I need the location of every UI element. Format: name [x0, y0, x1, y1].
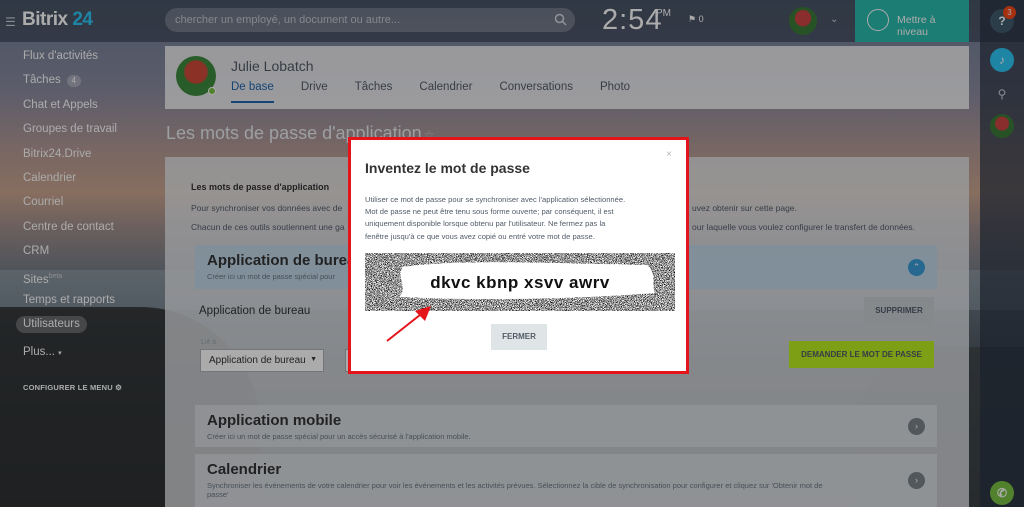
dialog-text-line: Utiliser ce mot de passe pour se synchro…	[365, 195, 626, 204]
close-button[interactable]: FERMER	[491, 324, 547, 350]
annotation-arrow-icon	[386, 306, 431, 342]
password-value[interactable]: dkvc kbnp xsvv awrv	[365, 273, 675, 293]
dialog-title: Inventez le mot de passe	[365, 160, 530, 176]
dialog-text-line: Mot de passe ne peut être tenu sous form…	[365, 207, 614, 217]
close-icon[interactable]: ×	[666, 149, 672, 160]
password-dialog: Inventez le mot de passe × Utiliser ce m…	[348, 137, 689, 374]
dialog-text-line: fenêtre jusqu'à ce que vous avez copié o…	[365, 231, 595, 241]
dialog-text-line: uniquement disponible lorsque obtenu par…	[365, 219, 606, 229]
dialog-text: Utiliser ce mot de passe pour se synchro…	[365, 194, 677, 243]
